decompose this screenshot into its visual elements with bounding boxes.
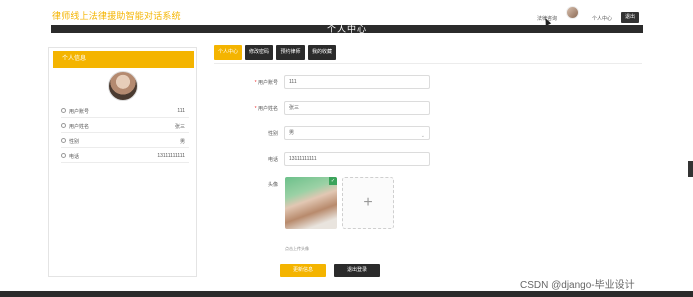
header-logout-button[interactable]: 退出 [621,12,639,23]
check-icon: ✓ [329,177,337,185]
account-label: * 用户账号 [238,79,278,86]
upload-hint: 点击上传头像 [285,246,309,251]
banner-title: 个人中心 [326,25,367,33]
tab-user-center[interactable]: 个人中心 [214,45,242,60]
gender-select[interactable]: 男 ⌄ [284,126,430,140]
gender-label: 性别 [267,131,278,137]
name-label-text: 用户姓名 [257,106,278,112]
account-label-text: 用户账号 [257,80,278,86]
side-float-tab[interactable] [688,161,693,177]
logout-button[interactable]: 退出登录 [334,264,380,277]
profile-avatar [108,71,138,101]
update-info-button[interactable]: 更新信息 [280,264,326,277]
user-avatar[interactable] [566,6,579,19]
profile-row-value: 13111111111 [157,153,185,159]
phone-label: 电话 [267,157,278,163]
user-icon [61,123,66,128]
tab-book-lawyer[interactable]: 预约律师 [276,45,305,60]
phone-input[interactable]: 13111111111 [284,152,430,166]
profile-row-label: 用户姓名 [69,124,90,130]
profile-row-value: 男 [179,139,185,145]
name-label: * 用户姓名 [238,105,278,112]
tab-divider [214,63,642,64]
avatar-label: 头像 [267,182,278,188]
account-input[interactable]: 111 [284,75,430,89]
user-icon [61,138,66,143]
required-marker: * [254,106,257,112]
required-marker: * [254,80,257,86]
page-banner: 个人中心 [51,25,643,33]
avatar-upload-box[interactable]: + [342,177,394,229]
tab-change-password[interactable]: 修改密码 [245,45,273,60]
site-title[interactable]: 律师线上法律援助智能对话系统 [52,9,181,22]
profile-card: 个人信息 用户账号 111 用户姓名 张三 性别 男 电话 1311111111… [48,47,197,277]
profile-row-name: 用户姓名 张三 [61,119,189,133]
nav-link-user-center[interactable]: 个人中心 [592,15,612,22]
profile-row-value: 111 [177,108,185,114]
chevron-down-icon: ⌄ [420,133,425,139]
user-icon [61,153,66,158]
profile-card-header: 个人信息 [53,51,194,68]
gender-select-value: 男 [289,130,295,136]
profile-row-label: 用户账号 [69,109,90,115]
profile-row-gender: 性别 男 [61,134,189,148]
name-input[interactable]: 张三 [284,101,430,115]
profile-row-account: 用户账号 111 [61,104,189,118]
user-icon [61,108,66,113]
profile-row-value: 张三 [174,124,185,130]
profile-row-phone: 电话 13111111111 [61,149,189,163]
plus-icon: + [363,194,373,211]
footer-bar [0,291,693,297]
profile-row-label: 性别 [69,139,80,145]
tab-my-favorites[interactable]: 我的收藏 [308,45,336,60]
avatar-preview-image[interactable]: ✓ [285,177,337,229]
watermark: CSDN @django-毕业设计 [520,280,635,291]
profile-row-label: 电话 [69,154,80,160]
